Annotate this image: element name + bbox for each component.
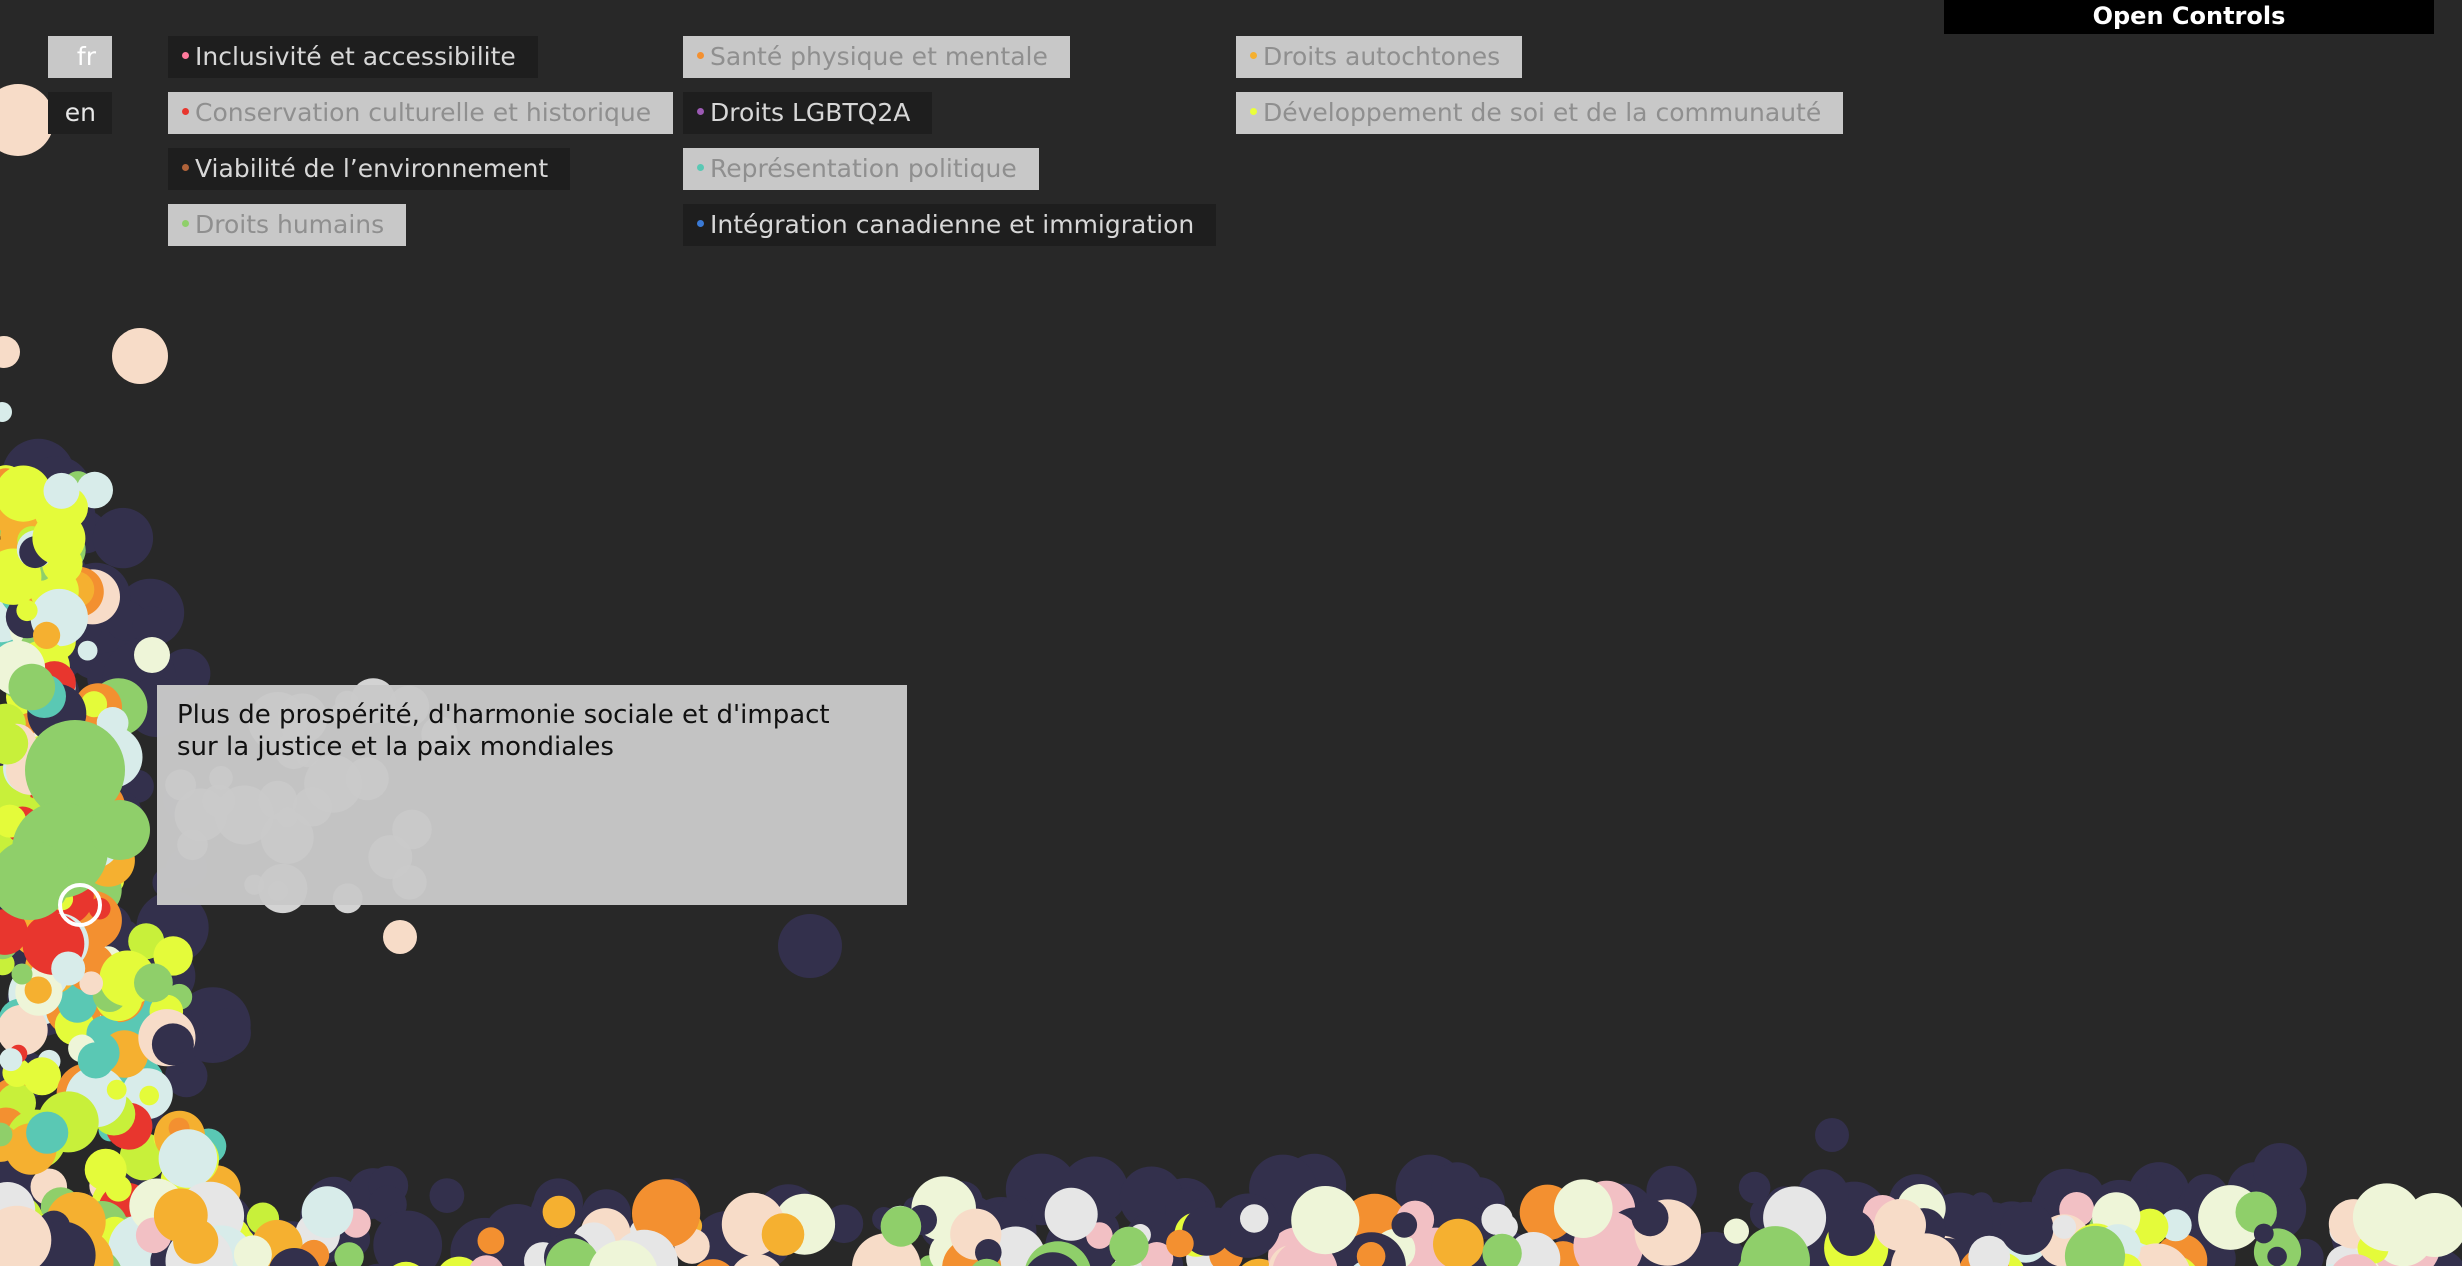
tooltip-text: Plus de prospérité, d'harmonie sociale e… <box>177 700 830 762</box>
bubble[interactable] <box>51 951 86 986</box>
bubble[interactable] <box>778 914 842 978</box>
category-label: Conservation culturelle et historique <box>195 98 652 127</box>
category-dot-icon <box>1250 107 1257 115</box>
bubble[interactable] <box>0 336 20 368</box>
bubble[interactable] <box>1166 1229 1194 1258</box>
bubble[interactable] <box>134 637 170 673</box>
category-filter-conservation[interactable]: Conservation culturelle et historique <box>168 92 674 134</box>
bubble[interactable] <box>8 663 56 711</box>
bubble[interactable] <box>1738 1171 1771 1204</box>
category-filter-lgbtq2a[interactable]: Droits LGBTQ2A <box>683 92 933 134</box>
category-label: Représentation politique <box>710 154 1017 183</box>
bubble[interactable] <box>158 1129 218 1188</box>
bubble[interactable] <box>2000 1201 2054 1255</box>
category-label: Santé physique et mentale <box>710 42 1048 71</box>
open-controls-button[interactable]: Open Controls <box>1944 0 2434 34</box>
category-filter-environnement[interactable]: Viabilité de l’environnement <box>168 148 571 190</box>
bubble-tooltip: Plus de prospérité, d'harmonie sociale e… <box>157 685 907 905</box>
bubble[interactable] <box>90 800 150 860</box>
category-label: Intégration canadienne et immigration <box>710 210 1195 239</box>
category-dot-icon <box>182 51 189 59</box>
category-dot-icon <box>697 163 704 171</box>
category-filter-inclusivite[interactable]: Inclusivité et accessibilite <box>168 36 538 78</box>
bubble[interactable] <box>77 1042 114 1079</box>
bubble[interactable] <box>84 1148 127 1191</box>
category-filter-autochtones[interactable]: Droits autochtones <box>1236 36 1523 78</box>
bubble[interactable] <box>11 963 33 985</box>
bubble[interactable] <box>1874 1199 1926 1251</box>
category-filter-developpement[interactable]: Développement de soi et de la communauté <box>1236 92 1844 134</box>
category-filter-droits-humains[interactable]: Droits humains <box>168 204 407 246</box>
bubble[interactable] <box>139 1085 159 1106</box>
language-button-fr[interactable]: fr <box>48 36 112 78</box>
category-dot-icon <box>182 163 189 171</box>
bubble[interactable] <box>1815 1118 1849 1152</box>
bubble[interactable] <box>2052 1215 2077 1239</box>
bubble[interactable] <box>1631 1199 1669 1237</box>
category-dot-icon <box>697 51 704 59</box>
category-filter-sante[interactable]: Santé physique et mentale <box>683 36 1070 78</box>
bubble[interactable] <box>383 920 417 954</box>
bubble[interactable] <box>26 1111 69 1154</box>
bubble[interactable] <box>542 1195 576 1229</box>
category-label: Développement de soi et de la communauté <box>1263 98 1822 127</box>
bubble[interactable] <box>1391 1212 1418 1238</box>
category-dot-icon <box>182 107 189 115</box>
category-label: Viabilité de l’environnement <box>195 154 549 183</box>
bubble[interactable] <box>880 1206 922 1247</box>
category-dot-icon <box>697 107 704 115</box>
category-dot-icon <box>697 219 704 227</box>
bubble[interactable] <box>151 1023 194 1066</box>
bubble[interactable] <box>1293 1189 1347 1243</box>
visualization-stage: fr en Inclusivité et accessibilite Conse… <box>0 0 2462 1266</box>
bubble[interactable] <box>429 1178 465 1213</box>
category-filter-representation[interactable]: Représentation politique <box>683 148 1039 190</box>
bubble[interactable] <box>32 511 86 565</box>
category-label: Droits humains <box>195 210 385 239</box>
bubble[interactable] <box>33 621 61 650</box>
bubble[interactable] <box>106 1079 127 1100</box>
bubble[interactable] <box>999 1195 1033 1229</box>
bubble[interactable] <box>202 1008 251 1057</box>
bubble[interactable] <box>0 402 12 422</box>
bubble[interactable] <box>1109 1226 1149 1266</box>
bubble[interactable] <box>0 84 54 156</box>
category-label: Inclusivité et accessibilite <box>195 42 516 71</box>
bubble[interactable] <box>2253 1143 2307 1197</box>
category-label: Droits LGBTQ2A <box>710 98 911 127</box>
bubble[interactable] <box>77 640 98 661</box>
bubble[interactable] <box>1554 1179 1613 1238</box>
bubble[interactable] <box>1240 1204 1269 1233</box>
category-filter-integration[interactable]: Intégration canadienne et immigration <box>683 204 1217 246</box>
bubble[interactable] <box>1431 1162 1483 1213</box>
language-button-en[interactable]: en <box>48 92 112 134</box>
bubble[interactable] <box>1723 1218 1749 1244</box>
bubble[interactable] <box>1828 1209 1875 1257</box>
bubble[interactable] <box>43 472 80 509</box>
bubble[interactable] <box>761 1213 805 1256</box>
bubble[interactable] <box>134 963 173 1003</box>
category-dot-icon <box>1250 51 1257 59</box>
bubble[interactable] <box>173 1218 219 1264</box>
bubble[interactable] <box>2253 1223 2274 1244</box>
bubble[interactable] <box>0 1048 23 1072</box>
bubble[interactable] <box>112 328 168 384</box>
bubble[interactable] <box>301 1186 354 1238</box>
category-label: Droits autochtones <box>1263 42 1501 71</box>
bubble[interactable] <box>1044 1187 1098 1241</box>
category-dot-icon <box>182 219 189 227</box>
bubble[interactable] <box>92 507 154 569</box>
bubble[interactable] <box>2267 1246 2287 1266</box>
bubble[interactable] <box>477 1227 505 1255</box>
bubble[interactable] <box>2146 1167 2184 1205</box>
